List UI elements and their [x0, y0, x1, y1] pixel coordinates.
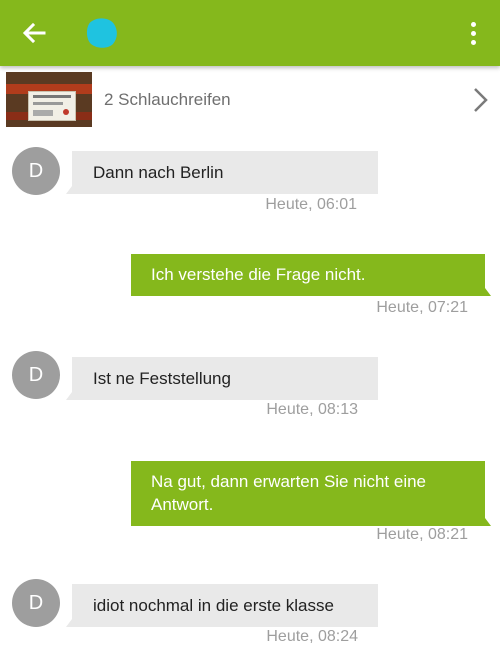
- incoming-message-bubble[interactable]: Dann nach Berlin: [66, 151, 378, 194]
- contact-avatar-icon[interactable]: [85, 16, 119, 50]
- listing-header[interactable]: [0, 66, 500, 134]
- chevron-right-icon[interactable]: [470, 86, 490, 114]
- listing-thumbnail: [6, 72, 92, 127]
- message-timestamp: Heute, 06:01: [265, 196, 357, 213]
- sender-avatar[interactable]: D: [12, 147, 60, 195]
- listing-title: 2 Schlauchreifen: [104, 90, 231, 109]
- incoming-message-bubble[interactable]: idiot nochmal in die erste klasse: [66, 584, 378, 627]
- message-timestamp: Heute, 08:13: [266, 401, 358, 418]
- sender-avatar[interactable]: D: [12, 579, 60, 627]
- message-timestamp: Heute, 07:21: [376, 299, 468, 316]
- more-options-icon[interactable]: [460, 19, 486, 47]
- sender-avatar[interactable]: D: [12, 351, 60, 399]
- message-timestamp: Heute, 08:24: [266, 628, 358, 645]
- outgoing-message-bubble[interactable]: Na gut, dann erwarten Sie nicht eine Ant…: [131, 461, 491, 526]
- incoming-message-bubble[interactable]: Ist ne Feststellung: [66, 357, 378, 400]
- back-arrow-icon[interactable]: [18, 17, 50, 49]
- app-bar: [0, 0, 500, 66]
- outgoing-message-bubble[interactable]: Ich verstehe die Frage nicht.: [131, 254, 491, 296]
- message-timestamp: Heute, 08:21: [376, 526, 468, 543]
